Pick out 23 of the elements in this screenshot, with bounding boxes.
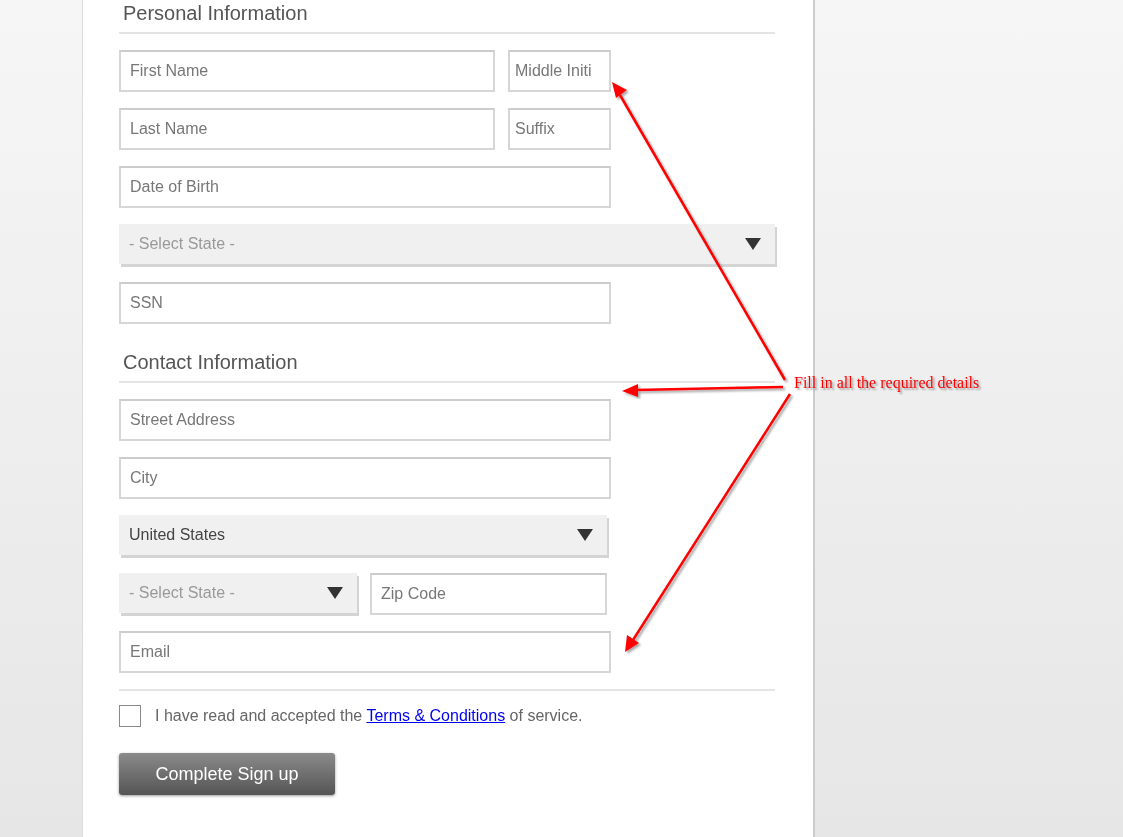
- annotation-text: Fill in all the required details: [794, 374, 980, 392]
- caret-icon: [577, 529, 593, 541]
- caret-icon: [745, 238, 761, 250]
- input-field[interactable]: First Name: [119, 50, 495, 92]
- input-field[interactable]: City: [119, 457, 611, 499]
- section-heading: Contact Information: [122, 350, 299, 374]
- dropdown[interactable]: United States: [119, 515, 607, 555]
- input-field[interactable]: Middle Initi: [508, 50, 611, 92]
- input-field[interactable]: SSN: [119, 282, 611, 324]
- caret-icon: [327, 587, 343, 599]
- dropdown[interactable]: - Select State -: [119, 573, 357, 613]
- section-heading: Personal Information: [122, 1, 309, 25]
- dropdown[interactable]: - Select State -: [119, 224, 775, 264]
- input-field[interactable]: Date of Birth: [119, 166, 611, 208]
- input-field[interactable]: Suffix: [508, 108, 611, 150]
- submit-button[interactable]: Complete Sign up: [119, 753, 335, 795]
- input-field[interactable]: Last Name: [119, 108, 495, 150]
- terms-text: I have read and accepted the Terms & Conditions of service.: [155, 707, 583, 725]
- input-field[interactable]: Email: [119, 631, 611, 673]
- checkbox[interactable]: [119, 705, 141, 727]
- input-field[interactable]: Zip Code: [370, 573, 607, 615]
- terms-link[interactable]: Terms & Conditions: [366, 707, 506, 724]
- input-field[interactable]: Street Address: [119, 399, 611, 441]
